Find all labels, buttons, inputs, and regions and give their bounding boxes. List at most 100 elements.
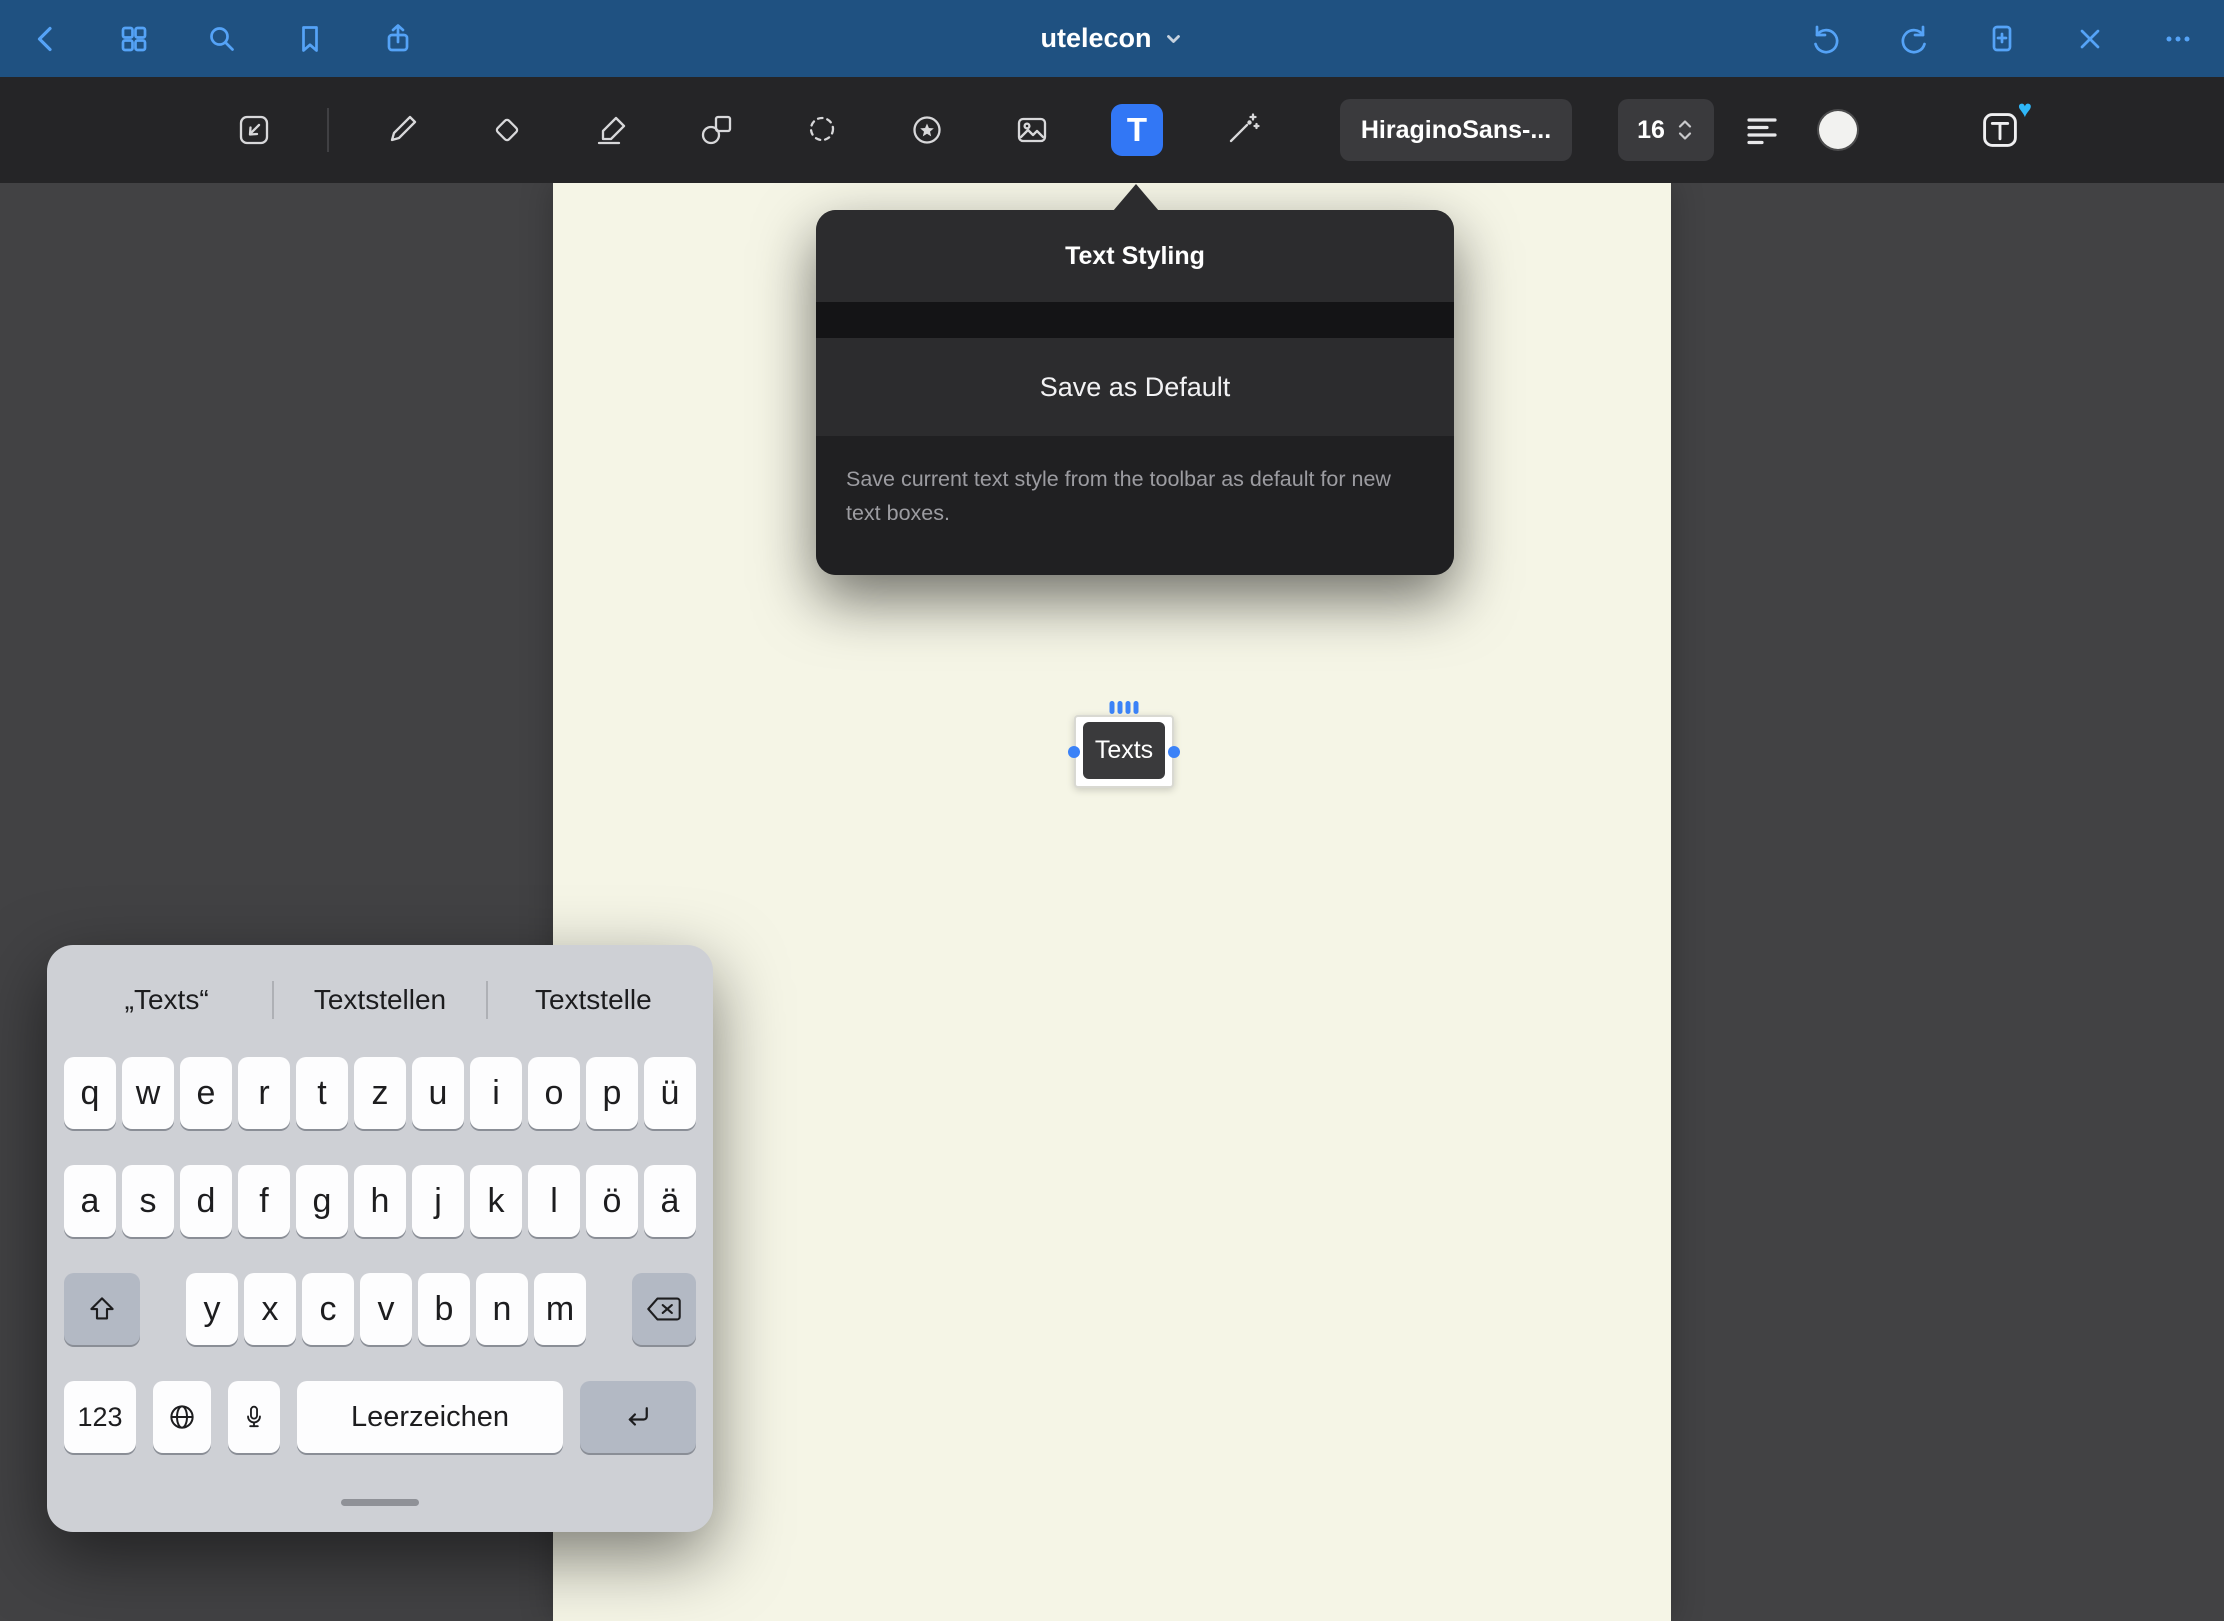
key-m[interactable]: m <box>534 1273 586 1345</box>
key-a[interactable]: a <box>64 1165 116 1237</box>
document-title[interactable]: utelecon <box>1040 0 1183 77</box>
font-button[interactable]: HiraginoSans-... <box>1340 99 1572 161</box>
popover-separator <box>816 302 1454 338</box>
font-size-stepper[interactable]: 16 <box>1618 99 1714 161</box>
space-key[interactable]: Leerzeichen <box>297 1381 563 1453</box>
suggestion-2[interactable]: Textstellen <box>274 984 485 1016</box>
highlighter-tool[interactable] <box>580 98 644 162</box>
text-tool-icon: T <box>1111 104 1163 156</box>
key-p[interactable]: p <box>586 1057 638 1129</box>
bookmark-button[interactable] <box>290 19 330 59</box>
pen-tool[interactable] <box>370 98 434 162</box>
key-g[interactable]: g <box>296 1165 348 1237</box>
key-l[interactable]: l <box>528 1165 580 1237</box>
search-button[interactable] <box>202 19 242 59</box>
key-n[interactable]: n <box>476 1273 528 1345</box>
numbers-key[interactable]: 123 <box>64 1381 136 1453</box>
text-style-button[interactable]: ♥ <box>1978 108 2022 152</box>
key-x[interactable]: x <box>244 1273 296 1345</box>
key-i[interactable]: i <box>470 1057 522 1129</box>
suggestion-3[interactable]: Textstelle <box>488 984 699 1016</box>
tool-group: T <box>222 77 1274 183</box>
stickers-icon <box>904 107 950 153</box>
key-k[interactable]: k <box>470 1165 522 1237</box>
onscreen-keyboard: „Texts“ Textstellen Textstelle q w e r t… <box>47 945 713 1532</box>
key-s[interactable]: s <box>122 1165 174 1237</box>
undo-icon <box>1807 20 1845 58</box>
font-size-value: 16 <box>1637 116 1665 145</box>
pen-icon <box>379 107 425 153</box>
stepper-chevrons-icon <box>1675 118 1695 142</box>
shapes-tool[interactable] <box>685 98 749 162</box>
key-j[interactable]: j <box>412 1165 464 1237</box>
toolbar-divider <box>327 108 329 152</box>
key-q[interactable]: q <box>64 1057 116 1129</box>
text-styling-popover: Text Styling Save as Default Save curren… <box>816 210 1454 575</box>
resize-handle-right[interactable] <box>1168 746 1180 758</box>
key-o[interactable]: o <box>528 1057 580 1129</box>
alignment-button[interactable] <box>1742 110 1782 150</box>
key-b[interactable]: b <box>418 1273 470 1345</box>
stickers-tool[interactable] <box>895 98 959 162</box>
key-h[interactable]: h <box>354 1165 406 1237</box>
key-u-umlaut[interactable]: ü <box>644 1057 696 1129</box>
text-box-drag-handle[interactable] <box>1110 701 1139 714</box>
nav-right-group <box>1806 19 2198 59</box>
image-icon <box>1009 107 1055 153</box>
top-navigation-bar: utelecon <box>0 0 2224 77</box>
thumbnails-button[interactable] <box>114 19 154 59</box>
color-swatch-button[interactable] <box>1818 110 1858 150</box>
edit-toolbar: T HiraginoSans-... 16 <box>0 77 2224 183</box>
return-key[interactable] <box>580 1381 696 1453</box>
backspace-key[interactable] <box>632 1273 696 1345</box>
alignment-icon <box>1742 110 1782 150</box>
key-u[interactable]: u <box>412 1057 464 1129</box>
suggestion-1[interactable]: „Texts“ <box>61 984 272 1016</box>
text-tool-selected[interactable]: T <box>1105 98 1169 162</box>
selected-text-box[interactable]: Texts <box>1074 715 1174 788</box>
dictation-key[interactable] <box>228 1381 280 1453</box>
popover-arrow <box>1113 184 1159 211</box>
back-icon <box>27 20 65 58</box>
zoom-window-tool[interactable] <box>222 98 286 162</box>
lasso-tool[interactable] <box>790 98 854 162</box>
zoom-window-icon <box>231 107 277 153</box>
redo-button[interactable] <box>1894 19 1934 59</box>
keyboard-drag-handle[interactable] <box>341 1499 419 1506</box>
keyboard-letter-group: y x c v b n m <box>186 1273 586 1345</box>
key-r[interactable]: r <box>238 1057 290 1129</box>
close-icon <box>2071 20 2109 58</box>
resize-handle-left[interactable] <box>1068 746 1080 758</box>
key-c[interactable]: c <box>302 1273 354 1345</box>
key-y[interactable]: y <box>186 1273 238 1345</box>
key-t[interactable]: t <box>296 1057 348 1129</box>
image-tool[interactable] <box>1000 98 1064 162</box>
globe-key[interactable] <box>153 1381 211 1453</box>
shift-key[interactable] <box>64 1273 140 1345</box>
key-o-umlaut[interactable]: ö <box>586 1165 638 1237</box>
key-w[interactable]: w <box>122 1057 174 1129</box>
key-f[interactable]: f <box>238 1165 290 1237</box>
shift-icon <box>87 1294 117 1324</box>
bookmark-icon <box>291 20 329 58</box>
laser-pointer-tool[interactable] <box>1210 98 1274 162</box>
undo-button[interactable] <box>1806 19 1846 59</box>
key-v[interactable]: v <box>360 1273 412 1345</box>
key-a-umlaut[interactable]: ä <box>644 1165 696 1237</box>
share-button[interactable] <box>378 19 418 59</box>
suggestion-bar: „Texts“ Textstellen Textstelle <box>61 969 699 1031</box>
more-button[interactable] <box>2158 19 2198 59</box>
globe-icon <box>167 1402 197 1432</box>
microphone-icon <box>241 1403 267 1431</box>
back-button[interactable] <box>26 19 66 59</box>
share-icon <box>379 20 417 58</box>
popover-title: Text Styling <box>816 210 1454 302</box>
save-as-default-button[interactable]: Save as Default <box>816 338 1454 436</box>
keyboard-row-1: q w e r t z u i o p ü <box>64 1057 696 1129</box>
add-page-button[interactable] <box>1982 19 2022 59</box>
key-e[interactable]: e <box>180 1057 232 1129</box>
eraser-tool[interactable] <box>475 98 539 162</box>
key-d[interactable]: d <box>180 1165 232 1237</box>
close-button[interactable] <box>2070 19 2110 59</box>
key-z[interactable]: z <box>354 1057 406 1129</box>
